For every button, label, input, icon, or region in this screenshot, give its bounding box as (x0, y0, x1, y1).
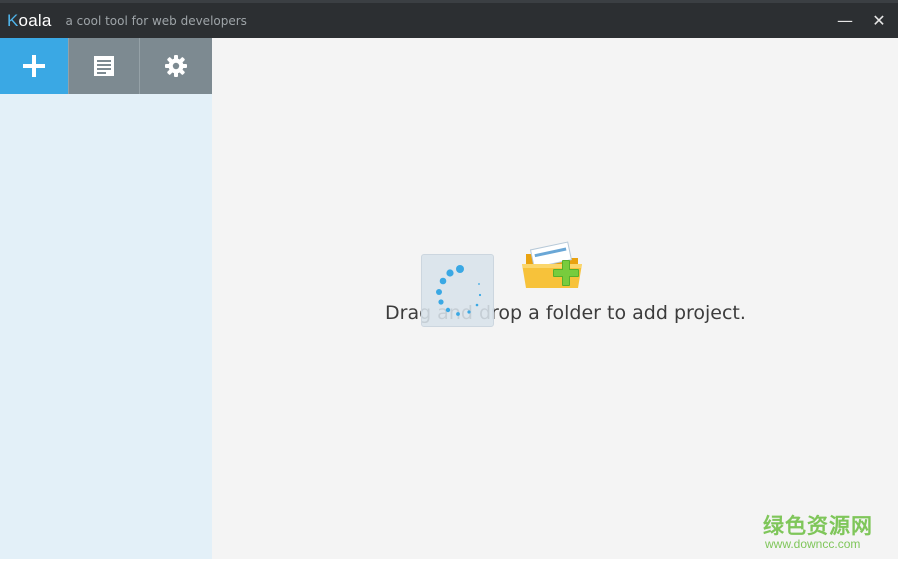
log-document-icon (94, 56, 114, 76)
title-bar[interactable]: Koala a cool tool for web developers — ✕ (0, 0, 898, 38)
settings-button[interactable] (139, 38, 212, 94)
minimize-button[interactable]: — (834, 10, 856, 32)
sidebar-toolbar (0, 38, 212, 94)
close-button[interactable]: ✕ (868, 10, 890, 32)
add-project-button[interactable] (0, 38, 68, 94)
folder-add-icon (522, 241, 582, 288)
gear-icon (165, 55, 187, 77)
bottom-edge (0, 559, 898, 563)
log-button[interactable] (68, 38, 139, 94)
loading-spinner-icon (436, 265, 482, 316)
app-logo: Koala (7, 10, 52, 30)
project-drop-area[interactable] (212, 38, 898, 559)
loading-overlay (421, 254, 494, 327)
app-tagline: a cool tool for web developers (65, 13, 247, 28)
plus-icon (23, 55, 45, 77)
watermark-logo: 绿色资源网 (763, 514, 873, 538)
watermark-url: www.downcc.com (765, 537, 861, 551)
project-sidebar (0, 38, 212, 559)
